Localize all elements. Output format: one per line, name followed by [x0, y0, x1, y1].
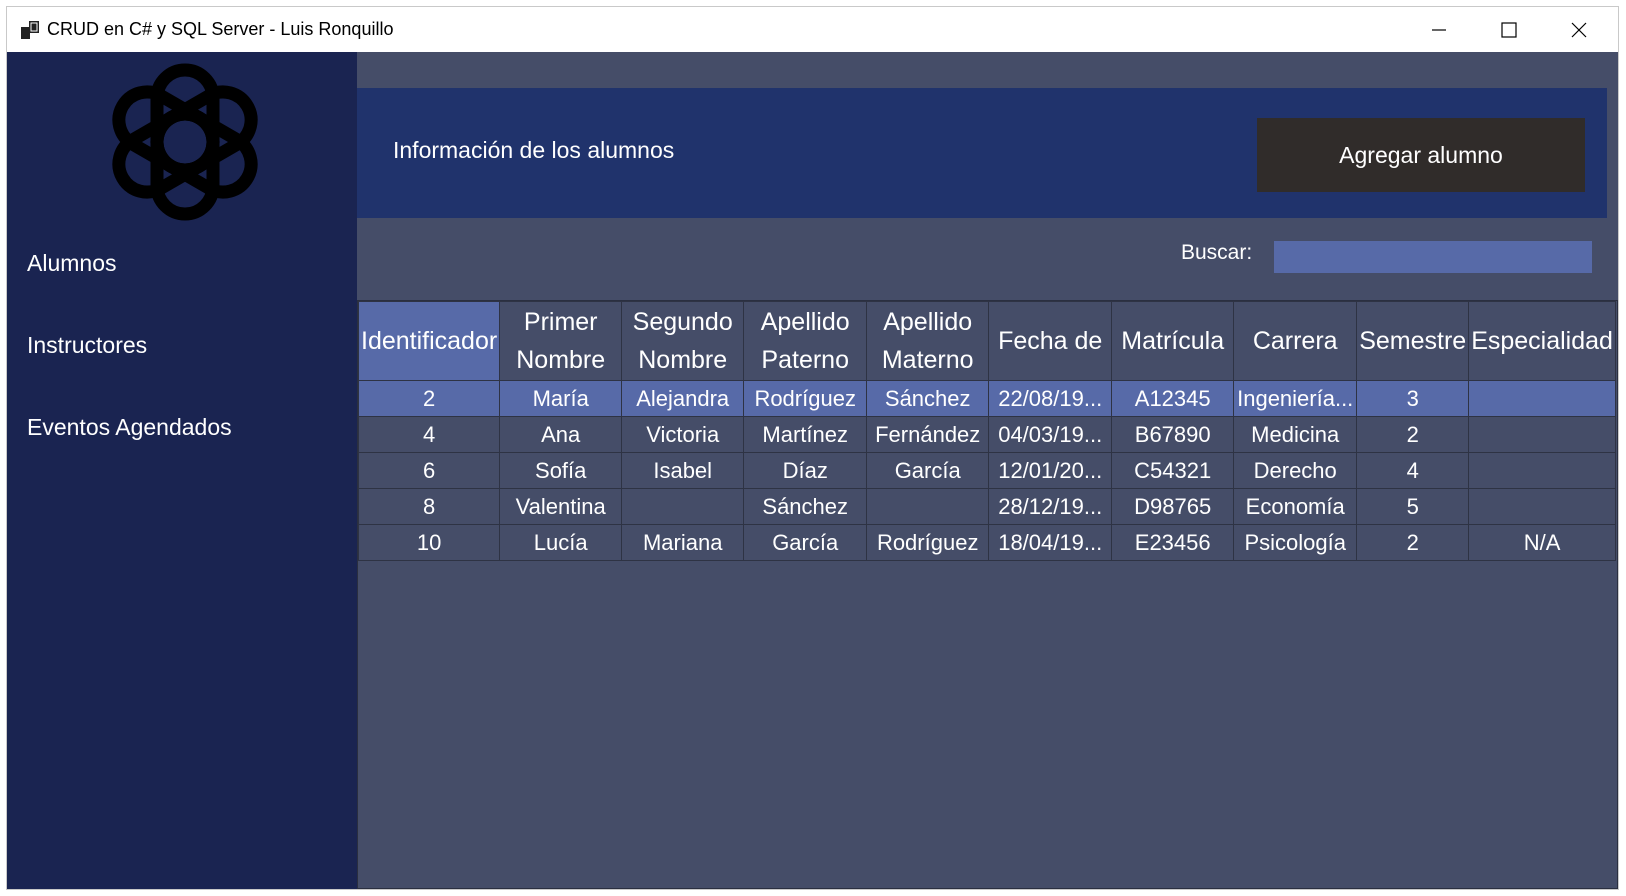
table-cell[interactable]: Lucía: [499, 524, 623, 561]
table-cell[interactable]: Valentina: [499, 488, 623, 525]
table-cell[interactable]: [1468, 380, 1616, 417]
app-window: CRUD en C# y SQL Server - Luis Ronquillo: [7, 7, 1618, 889]
column-header[interactable]: Semestre: [1356, 301, 1470, 381]
table-cell[interactable]: [621, 488, 745, 525]
column-header[interactable]: Especialidad: [1468, 301, 1616, 381]
table-cell[interactable]: Martínez: [743, 416, 868, 453]
table-cell[interactable]: 4: [1356, 452, 1470, 489]
header-row: Identificador Primer Nombre Segundo Nomb…: [358, 301, 1616, 381]
table-cell[interactable]: D98765: [1111, 488, 1235, 525]
table-cell[interactable]: García: [866, 452, 990, 489]
table-cell[interactable]: [866, 488, 990, 525]
sidebar-item-eventos-agendados[interactable]: Eventos Agendados: [27, 414, 232, 441]
table-cell[interactable]: Isabel: [621, 452, 745, 489]
column-header[interactable]: Apellido Materno: [866, 301, 990, 381]
table-cell[interactable]: Victoria: [621, 416, 745, 453]
column-header[interactable]: Carrera: [1233, 301, 1358, 381]
table-cell[interactable]: Díaz: [743, 452, 868, 489]
table-cell[interactable]: Sánchez: [743, 488, 868, 525]
table-cell[interactable]: C54321: [1111, 452, 1235, 489]
table-cell[interactable]: María: [499, 380, 623, 417]
table-cell[interactable]: Rodríguez: [743, 380, 868, 417]
table-cell[interactable]: 4: [358, 416, 501, 453]
column-header[interactable]: Identificador: [358, 301, 501, 381]
close-button[interactable]: [1544, 7, 1614, 52]
table-cell[interactable]: Fernández: [866, 416, 990, 453]
openai-knot-logo-icon: [112, 63, 258, 221]
table-cell[interactable]: 2: [358, 380, 501, 417]
column-header[interactable]: Apellido Paterno: [743, 301, 868, 381]
table-cell[interactable]: Alejandra: [621, 380, 745, 417]
table-cell[interactable]: Psicología: [1233, 524, 1358, 561]
search-label: Buscar:: [1181, 241, 1253, 264]
table-cell[interactable]: Medicina: [1233, 416, 1358, 453]
column-header[interactable]: Segundo Nombre: [621, 301, 745, 381]
table-row[interactable]: 4 Ana Victoria Martínez Fernández 04/03/…: [358, 416, 1616, 453]
table-cell[interactable]: N/A: [1468, 524, 1616, 561]
table-cell[interactable]: E23456: [1111, 524, 1235, 561]
app-icon: [21, 21, 39, 39]
close-icon: [1571, 22, 1587, 37]
maximize-icon: [1501, 21, 1517, 38]
table-cell[interactable]: Ana: [499, 416, 623, 453]
table-cell[interactable]: Sánchez: [866, 380, 990, 417]
table-cell[interactable]: Mariana: [621, 524, 745, 561]
table-cell[interactable]: Derecho: [1233, 452, 1358, 489]
search-input[interactable]: [1274, 241, 1592, 273]
table-cell[interactable]: 3: [1356, 380, 1470, 417]
table-cell[interactable]: 5: [1356, 488, 1470, 525]
main-content: Información de los alumnos Agregar alumn…: [357, 52, 1618, 889]
table-cell[interactable]: 10: [358, 524, 501, 561]
maximize-button[interactable]: [1474, 7, 1544, 52]
window-title: CRUD en C# y SQL Server - Luis Ronquillo: [47, 19, 394, 39]
table-cell[interactable]: A12345: [1111, 380, 1235, 417]
table-cell[interactable]: [1468, 488, 1616, 525]
sidebar-item-instructores[interactable]: Instructores: [27, 332, 147, 359]
table-cell[interactable]: 2: [1356, 416, 1470, 453]
header-band: Información de los alumnos Agregar alumn…: [357, 88, 1607, 218]
title-bar[interactable]: CRUD en C# y SQL Server - Luis Ronquillo: [7, 7, 1618, 52]
table-cell[interactable]: 8: [358, 488, 501, 525]
table-row[interactable]: 10 Lucía Mariana García Rodríguez 18/04/…: [358, 524, 1616, 561]
table-cell[interactable]: 04/03/19...: [988, 416, 1113, 453]
table-cell[interactable]: García: [743, 524, 868, 561]
students-table: Identificador Primer Nombre Segundo Nomb…: [358, 301, 1616, 561]
students-grid[interactable]: Identificador Primer Nombre Segundo Nomb…: [357, 300, 1618, 889]
table-cell[interactable]: 2: [1356, 524, 1470, 561]
add-student-button[interactable]: Agregar alumno: [1257, 118, 1585, 192]
table-cell[interactable]: 18/04/19...: [988, 524, 1113, 561]
table-cell[interactable]: 6: [358, 452, 501, 489]
sidebar-item-alumnos[interactable]: Alumnos: [27, 250, 116, 277]
table-cell[interactable]: 12/01/20...: [988, 452, 1113, 489]
minimize-icon: [1432, 28, 1446, 31]
table-cell[interactable]: 28/12/19...: [988, 488, 1113, 525]
table-cell[interactable]: B67890: [1111, 416, 1235, 453]
table-cell[interactable]: Rodríguez: [866, 524, 990, 561]
sidebar: Alumnos Instructores Eventos Agendados: [7, 52, 357, 889]
table-cell[interactable]: Economía: [1233, 488, 1358, 525]
table-cell[interactable]: 22/08/19...: [988, 380, 1113, 417]
table-row[interactable]: 2 María Alejandra Rodríguez Sánchez 22/0…: [358, 380, 1616, 417]
table-cell[interactable]: Sofía: [499, 452, 623, 489]
minimize-button[interactable]: [1404, 7, 1474, 52]
column-header[interactable]: Matrícula: [1111, 301, 1235, 381]
table-row[interactable]: 8 Valentina Sánchez 28/12/19... D98765 E…: [358, 488, 1616, 525]
table-cell[interactable]: [1468, 452, 1616, 489]
column-header[interactable]: Fecha de: [988, 301, 1113, 381]
table-row[interactable]: 6 Sofía Isabel Díaz García 12/01/20... C…: [358, 452, 1616, 489]
page-title: Información de los alumnos: [393, 137, 675, 163]
table-cell[interactable]: Ingeniería...: [1233, 380, 1358, 417]
column-header[interactable]: Primer Nombre: [499, 301, 623, 381]
table-cell[interactable]: [1468, 416, 1616, 453]
